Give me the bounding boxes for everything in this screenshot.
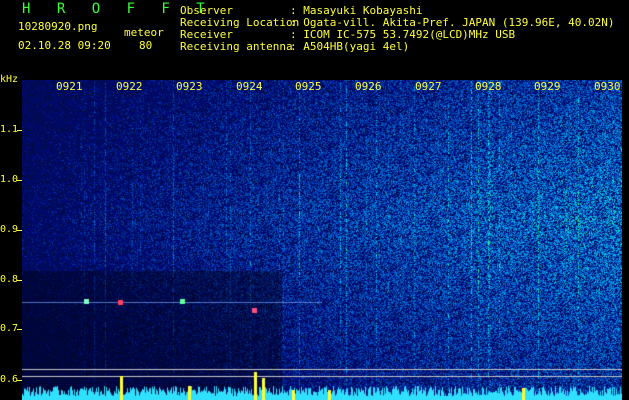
meteor-label: meteor [124,26,164,39]
meteor-count: 80 [139,39,153,52]
time-tick-label: 0930 [594,80,621,93]
spectrogram-display [22,80,622,400]
time-tick-label: 0927 [415,80,442,93]
time-tick-label: 0929 [534,80,561,93]
time-tick-label: 0924 [236,80,263,93]
antenna-value: : A504HB(yagi 4el) [290,40,410,53]
header-panel: H R O F F T 10280920.png 02.10.28 09:20 … [0,0,629,72]
time-tick-label: 0925 [295,80,322,93]
time-tick-label: 0922 [116,80,143,93]
axis-unit-label: kHz [0,74,19,85]
file-name: 10280920.png [18,20,98,33]
antenna-label: Receiving antenna [180,40,293,53]
time-tick-label: 0921 [56,80,83,93]
file-datetime: 02.10.28 09:20 [18,39,111,52]
time-tick-label: 0923 [176,80,203,93]
time-tick-label: 0928 [475,80,502,93]
time-tick-label: 0926 [355,80,382,93]
